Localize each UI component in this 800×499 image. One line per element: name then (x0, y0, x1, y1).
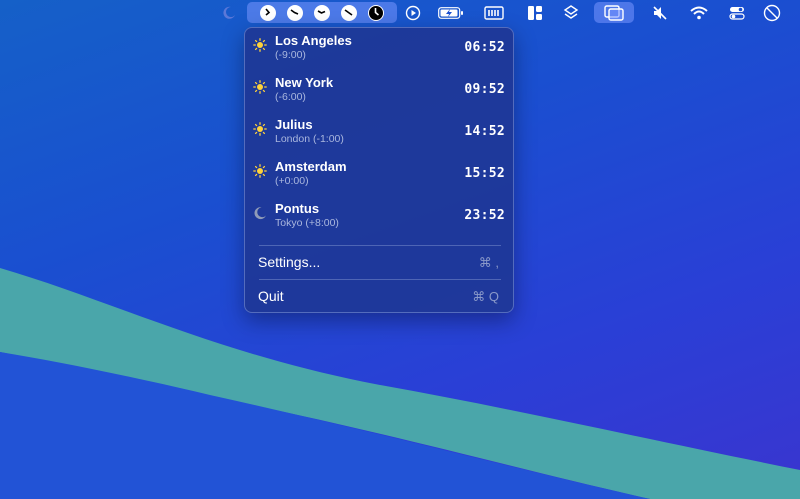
quit-shortcut: ⌘ Q (472, 289, 499, 304)
menu-bar (0, 0, 800, 25)
world-clock-menu-extra[interactable] (247, 2, 397, 23)
divider (259, 279, 501, 280)
city-name: Los Angeles (275, 33, 352, 48)
quit-menu-item[interactable]: Quit ⌘ Q (245, 285, 513, 309)
sun-icon (253, 38, 267, 52)
clock-row[interactable]: Julius London (-1:00) 14:52 (245, 112, 513, 150)
sun-icon (253, 80, 267, 94)
clock-icon (287, 4, 303, 21)
clock-row[interactable]: Amsterdam (+0:00) 15:52 (245, 154, 513, 192)
wifi-icon[interactable] (688, 2, 710, 23)
memory-icon[interactable] (483, 2, 505, 23)
city-offset: (-9:00) (275, 49, 306, 61)
quit-label: Quit (258, 288, 284, 304)
city-offset: (+0:00) (275, 175, 309, 187)
clock-row[interactable]: New York (-6:00) 09:52 (245, 70, 513, 108)
city-offset: London (-1:00) (275, 133, 344, 145)
clock-icon (341, 4, 357, 21)
compass-icon[interactable] (761, 2, 783, 23)
city-time: 23:52 (464, 208, 505, 223)
city-time: 15:52 (464, 166, 505, 181)
city-offset: (-6:00) (275, 91, 306, 103)
mute-icon[interactable] (650, 2, 670, 23)
city-name: New York (275, 75, 334, 90)
city-name: Julius (275, 117, 313, 132)
city-time: 09:52 (464, 82, 505, 97)
sun-icon (253, 122, 267, 136)
city-name: Pontus (275, 201, 320, 216)
screens-icon[interactable] (594, 2, 634, 23)
clock-row[interactable]: Los Angeles (-9:00) 06:52 (245, 28, 513, 66)
layers-icon[interactable] (561, 2, 581, 23)
city-offset: Tokyo (+8:00) (275, 217, 339, 229)
city-name: Amsterdam (275, 159, 347, 174)
settings-label: Settings... (258, 254, 321, 270)
clock-row[interactable]: Pontus Tokyo (+8:00) 23:52 (245, 196, 513, 234)
moon-icon (253, 206, 267, 220)
moon-icon[interactable] (220, 2, 238, 23)
clock-icon (260, 4, 276, 21)
settings-shortcut: ⌘ , (478, 255, 499, 270)
divider (259, 245, 501, 246)
city-time: 06:52 (464, 40, 505, 55)
sun-icon (253, 164, 267, 178)
layout-icon[interactable] (525, 2, 545, 23)
play-icon[interactable] (403, 2, 423, 23)
battery-charging-icon[interactable] (437, 2, 465, 23)
world-clock-dropdown: Los Angeles (-9:00) 06:52 New York (-6:00) 09… (244, 27, 514, 313)
clock-icon (368, 4, 384, 21)
city-time: 14:52 (464, 124, 505, 139)
settings-menu-item[interactable]: Settings... ⌘ , (245, 251, 513, 275)
control-center-icon[interactable] (727, 2, 747, 23)
clock-icon (314, 4, 330, 21)
